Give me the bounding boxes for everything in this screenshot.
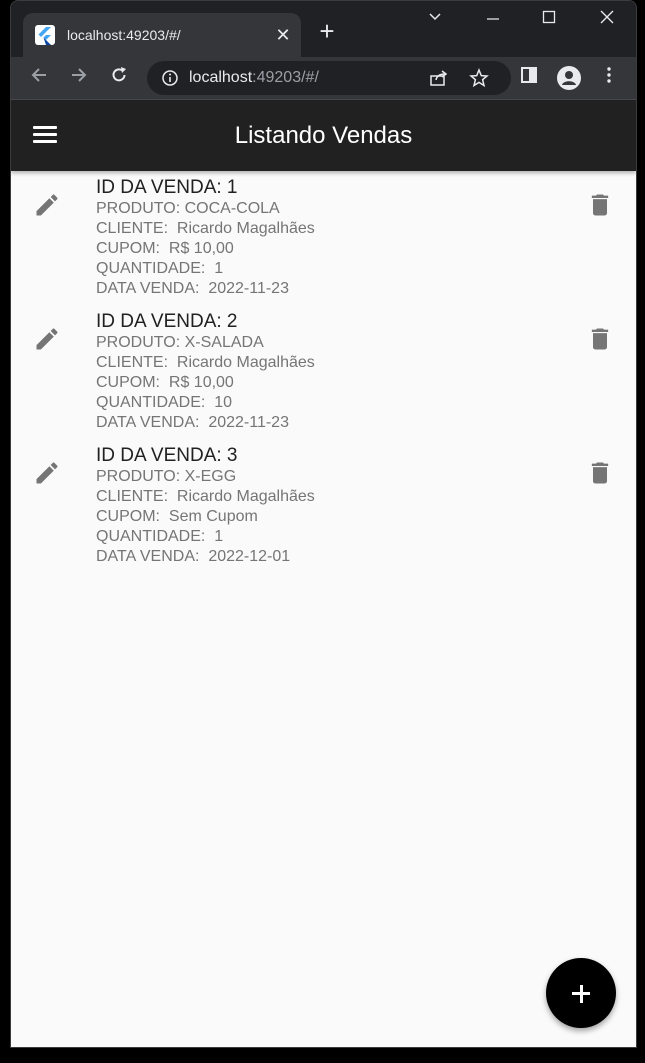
trash-icon[interactable] [586,325,614,353]
browser-tab[interactable]: localhost:49203/#/ ✕ [23,13,301,57]
maximize-icon[interactable] [529,9,569,33]
share-icon[interactable] [429,69,449,92]
vendas-list: ID DA VENDA: 1 PRODUTO: COCA-COLA CLIENT… [11,171,636,573]
venda-details: ID DA VENDA: 3 PRODUTO: X-EGG CLIENTE: R… [96,445,315,567]
add-venda-button[interactable] [546,958,616,1028]
app-page: Listando Vendas ID DA VENDA: 1 PRODUTO: … [11,101,636,1047]
venda-quantidade: QUANTIDADE: 10 [96,394,233,411]
pencil-icon[interactable] [33,459,61,487]
venda-data: DATA VENDA: 2022-12-01 [96,548,291,565]
list-item: ID DA VENDA: 1 PRODUTO: COCA-COLA CLIENT… [11,171,636,305]
flutter-favicon-icon [35,25,55,45]
pencil-icon[interactable] [33,325,61,353]
url-text: localhost:49203/#/ [189,69,319,87]
venda-quantidade: QUANTIDADE: 1 [96,528,224,545]
venda-produto: PRODUTO: COCA-COLA [96,200,280,217]
profile-avatar-icon[interactable] [555,65,583,93]
new-tab-icon[interactable]: + [315,18,339,44]
venda-data: DATA VENDA: 2022-11-23 [96,280,289,297]
minimize-icon[interactable] [473,9,513,33]
close-window-icon[interactable] [587,9,627,33]
browser-window: localhost:49203/#/ ✕ + localhost:49203/#… [10,0,637,1048]
venda-produto: PRODUTO: X-EGG [96,468,237,485]
app-bar: Listando Vendas [11,101,636,171]
venda-details: ID DA VENDA: 1 PRODUTO: COCA-COLA CLIENT… [96,177,315,299]
side-panel-icon[interactable] [515,65,543,93]
bookmark-star-icon[interactable] [469,68,489,93]
site-info-icon[interactable] [161,69,179,92]
venda-cliente: CLIENTE: Ricardo Magalhães [96,488,315,505]
pencil-icon[interactable] [33,191,61,219]
venda-id: ID DA VENDA: 2 [96,311,238,332]
trash-icon[interactable] [586,191,614,219]
tab-title: localhost:49203/#/ [67,27,181,43]
venda-id: ID DA VENDA: 1 [96,177,238,198]
venda-cliente: CLIENTE: Ricardo Magalhães [96,354,315,371]
tab-strip: localhost:49203/#/ ✕ + [11,1,636,57]
list-item: ID DA VENDA: 3 PRODUTO: X-EGG CLIENTE: R… [11,439,636,573]
venda-cupom: CUPOM: R$ 10,00 [96,374,234,391]
trash-icon[interactable] [586,459,614,487]
venda-cupom: CUPOM: Sem Cupom [96,508,258,525]
url-host: localhost [189,69,253,86]
venda-cupom: CUPOM: R$ 10,00 [96,240,234,257]
url-path: :49203/#/ [252,69,319,86]
tab-search-icon[interactable] [415,9,455,33]
browser-toolbar: localhost:49203/#/ [11,57,636,100]
tab-close-icon[interactable]: ✕ [273,25,293,45]
venda-details: ID DA VENDA: 2 PRODUTO: X-SALADA CLIENTE… [96,311,315,433]
list-item: ID DA VENDA: 2 PRODUTO: X-SALADA CLIENTE… [11,305,636,439]
more-menu-icon[interactable] [595,65,623,93]
plus-icon [579,984,583,1003]
venda-quantidade: QUANTIDADE: 1 [96,260,224,277]
address-bar[interactable]: localhost:49203/#/ [147,61,511,95]
venda-id: ID DA VENDA: 3 [96,445,238,466]
forward-icon[interactable] [65,65,93,93]
venda-data: DATA VENDA: 2022-11-23 [96,414,289,431]
back-icon[interactable] [25,65,53,93]
reload-icon[interactable] [105,65,133,93]
venda-cliente: CLIENTE: Ricardo Magalhães [96,220,315,237]
page-title: Listando Vendas [234,122,413,149]
venda-produto: PRODUTO: X-SALADA [96,334,264,351]
